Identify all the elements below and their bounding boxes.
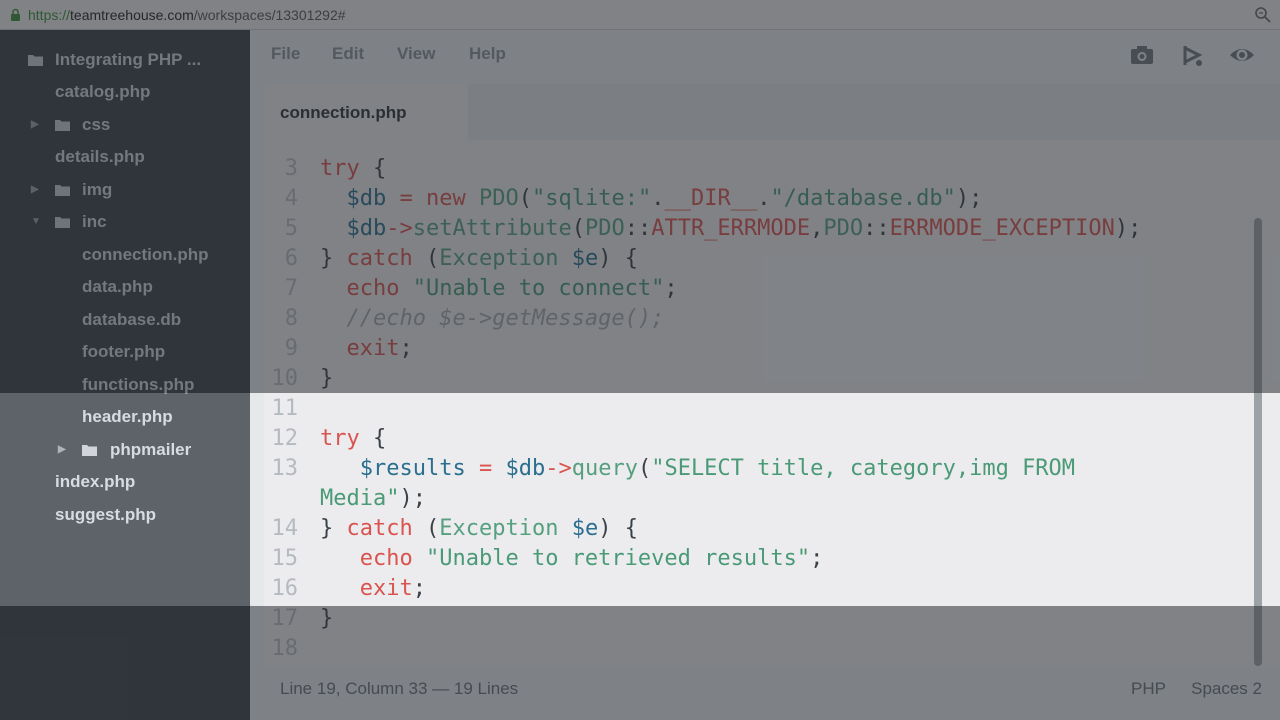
status-bar: Line 19, Column 33 — 19 Lines PHP Spaces… — [264, 667, 1280, 709]
code-line: 8 //echo $e->getMessage(); — [264, 274, 665, 331]
code-line: 11 — [264, 364, 343, 421]
folder-icon — [55, 185, 70, 196]
folder-label: css — [82, 115, 111, 134]
folder-item-open[interactable]: ▼ inc — [0, 206, 250, 238]
project-name: Integrating PHP ... — [55, 50, 202, 69]
folder-icon — [55, 217, 70, 228]
folder-label: phpmailer — [110, 440, 192, 459]
cursor-position: Line 19, Column 33 — 19 Lines — [280, 679, 519, 698]
url-path: /workspaces/13301292# — [193, 7, 346, 23]
code-line: 18 — [264, 604, 343, 661]
folder-label: img — [82, 180, 113, 199]
code-line: 17} — [264, 574, 343, 631]
project-root[interactable]: Integrating PHP ... — [0, 44, 250, 76]
file-label: database.db — [82, 310, 182, 329]
file-label: details.php — [55, 147, 145, 166]
url-scheme: https:// — [28, 7, 71, 23]
code-line: Media"); — [320, 486, 426, 511]
indent-setting[interactable]: Spaces 2 — [1191, 679, 1262, 699]
menu-edit[interactable]: Edit — [332, 44, 364, 64]
url-text[interactable]: https://teamtreehouse.com/workspaces/133… — [28, 7, 346, 23]
language-mode[interactable]: PHP — [1131, 679, 1166, 699]
code-line: 16 exit; — [264, 544, 426, 601]
file-item[interactable]: header.php — [0, 401, 250, 433]
code-editor[interactable]: 3 try { 4 $db = new PDO("sqlite:".__DIR__… — [264, 140, 1280, 667]
file-item[interactable]: connection.php — [0, 239, 250, 271]
code-line: 3 try { — [264, 140, 387, 181]
folder-item[interactable]: ▶ phpmailer — [0, 434, 250, 466]
code-line: 14} catch (Exception $e) { — [264, 484, 638, 541]
file-label: data.php — [82, 277, 153, 296]
zoom-icon[interactable] — [1254, 6, 1272, 24]
file-label: catalog.php — [55, 82, 151, 101]
tab-label: connection.php — [280, 103, 407, 122]
folder-icon — [82, 445, 97, 456]
lock-icon — [11, 8, 20, 21]
vertical-scrollbar[interactable] — [1254, 218, 1262, 666]
file-label: footer.php — [82, 342, 166, 361]
chevron-right-icon[interactable]: ▶ — [31, 174, 39, 206]
screenshot-icon[interactable] — [1129, 42, 1155, 68]
folder-label: inc — [82, 212, 107, 231]
code-line: 13 $results = $db->query("SELECT title, … — [264, 424, 1076, 481]
browser-url-bar[interactable]: https://teamtreehouse.com/workspaces/133… — [0, 0, 1280, 30]
chevron-right-icon[interactable]: ▶ — [31, 109, 39, 141]
code-line: 4 $db = new PDO("sqlite:".__DIR__."/data… — [264, 154, 983, 211]
chevron-right-icon[interactable]: ▶ — [58, 434, 66, 466]
file-label: suggest.php — [55, 505, 157, 524]
folder-icon — [28, 55, 43, 66]
file-item[interactable]: index.php — [0, 466, 250, 498]
file-label: header.php — [82, 407, 173, 426]
code-line: 19$catalog = $results->fetchAll(); — [264, 634, 744, 667]
folder-icon — [55, 120, 70, 131]
menu-view[interactable]: View — [397, 44, 435, 64]
code-line: 5 $db->setAttribute(PDO::ATTR_ERRMODE,PD… — [264, 184, 1142, 241]
file-label: index.php — [55, 472, 136, 491]
tab-connection-php[interactable]: connection.php — [264, 84, 468, 140]
folder-item[interactable]: ▶ img — [0, 174, 250, 206]
code-line: 6} catch (Exception $e) { — [264, 214, 638, 271]
chevron-down-icon[interactable]: ▼ — [31, 206, 41, 238]
code-line: 15 echo "Unable to retrieved results"; — [264, 514, 824, 571]
file-item[interactable]: catalog.php — [0, 76, 250, 108]
share-icon[interactable] — [1179, 42, 1205, 68]
editor-pane: File Edit View Help connection.php 3 try … — [250, 30, 1280, 720]
preview-eye-icon[interactable] — [1229, 42, 1255, 68]
file-tree-sidebar: Integrating PHP ... catalog.php ▶ css de… — [0, 30, 250, 720]
file-item[interactable]: suggest.php — [0, 499, 250, 531]
tab-bar: connection.php — [264, 84, 1280, 140]
code-line: 7 echo "Unable to connect"; — [264, 244, 678, 301]
menu-bar: File Edit View Help — [250, 30, 1280, 80]
file-item[interactable]: details.php — [0, 141, 250, 173]
file-label: connection.php — [82, 245, 209, 264]
url-host: teamtreehouse.com — [70, 7, 194, 23]
file-item[interactable]: database.db — [0, 304, 250, 336]
file-label: functions.php — [82, 375, 195, 394]
file-item[interactable]: functions.php — [0, 369, 250, 401]
menu-help[interactable]: Help — [469, 44, 506, 64]
code-line: 12 try { — [264, 394, 387, 451]
folder-item[interactable]: ▶ css — [0, 109, 250, 141]
code-line: 9 exit; — [264, 304, 413, 361]
file-item[interactable]: data.php — [0, 271, 250, 303]
code-line: 10} — [264, 334, 343, 391]
file-item[interactable]: footer.php — [0, 336, 250, 368]
menu-file[interactable]: File — [271, 44, 300, 64]
